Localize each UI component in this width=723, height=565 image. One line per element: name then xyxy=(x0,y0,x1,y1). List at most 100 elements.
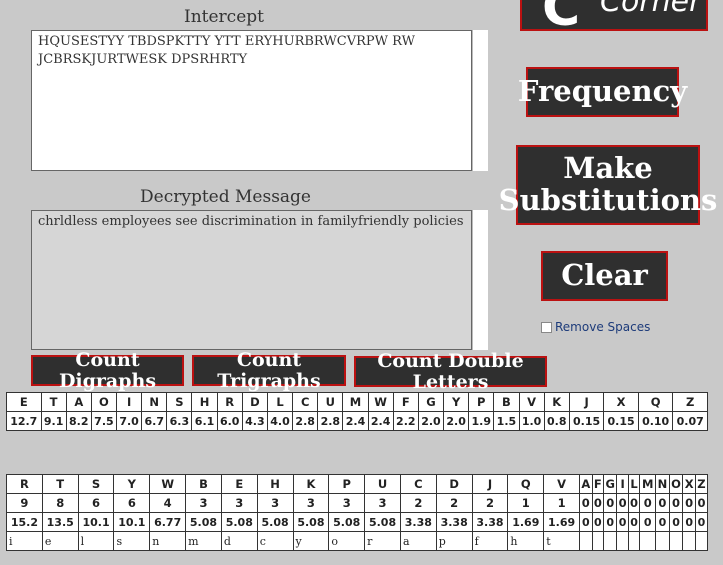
letter-cell: W xyxy=(367,392,394,412)
count-trigraphs-button[interactable]: Count Trigraphs xyxy=(192,349,346,391)
substitution-input[interactable]: m xyxy=(185,531,222,551)
letter-cell: M xyxy=(639,474,657,494)
cipher-letters-row: RTSYWBEHKPUCDJQVAFGILMNOXZ xyxy=(6,474,709,494)
count-cell: 0 xyxy=(694,493,709,513)
letter-cell: I xyxy=(115,392,143,412)
substitution-input[interactable]: a xyxy=(399,531,437,551)
substitution-input[interactable]: y xyxy=(292,531,330,551)
count-cell: 6 xyxy=(113,493,151,513)
letter-cell: C xyxy=(292,392,319,412)
clear-button[interactable]: Clear xyxy=(541,251,668,301)
english-frequency-table: ETAOINSHRDLCUMWFGYPBVKJXQZ 12.7 9.1 8.2 7.5… xyxy=(6,392,708,431)
english-percents-row: 12.7 9.1 8.2 7.5 7.0 6.7 6.3 6.1 6.0 4.3 4.0 2.8 2.8… xyxy=(6,411,708,431)
substitution-input[interactable]: e xyxy=(41,531,79,551)
percent-cell: 3.38 xyxy=(471,512,509,532)
intercept-textarea[interactable]: HQUSESTYY TBDSPKTTY YTT ERYHURBRWCVRPW R… xyxy=(31,30,472,171)
count-cell: 1 xyxy=(507,493,545,513)
substitution-input[interactable] xyxy=(694,531,709,551)
percent-cell: 2.0 xyxy=(417,411,445,431)
count-cell: 3 xyxy=(220,493,258,513)
substitution-input[interactable] xyxy=(668,531,684,551)
substitution-input[interactable]: t xyxy=(543,531,580,551)
percent-cell: 0.15 xyxy=(568,411,605,431)
substitution-input[interactable]: n xyxy=(149,531,187,551)
count-cell: 0 xyxy=(655,493,670,513)
substitution-input[interactable]: i xyxy=(6,531,43,551)
letter-cell: Q xyxy=(507,474,545,494)
count-cell: 0 xyxy=(627,493,641,513)
percent-cell: 6.7 xyxy=(141,411,168,431)
substitution-input[interactable]: o xyxy=(328,531,366,551)
logo-text: Corner xyxy=(600,0,702,19)
intercept-label: Intercept xyxy=(184,7,264,27)
substitution-input[interactable] xyxy=(616,531,629,551)
count-cell: 0 xyxy=(579,493,593,513)
substitution-input[interactable] xyxy=(639,531,657,551)
substitution-input[interactable]: d xyxy=(220,531,258,551)
letter-cell: Z xyxy=(694,474,709,494)
percent-cell: 5.08 xyxy=(256,512,294,532)
cipher-counts-row: 98664333333222110000000000 xyxy=(6,493,709,513)
letter-cell: T xyxy=(40,392,67,412)
percent-cell: 12.7 xyxy=(6,411,42,431)
substitution-input[interactable]: l xyxy=(77,531,115,551)
count-cell: 3 xyxy=(328,493,366,513)
letter-cell: H xyxy=(191,392,218,412)
count-cell: 4 xyxy=(149,493,187,513)
count-cell: 0 xyxy=(668,493,684,513)
substitution-input[interactable]: p xyxy=(435,531,473,551)
percent-cell: 2.4 xyxy=(342,411,369,431)
substitution-input[interactable]: r xyxy=(364,531,401,551)
percent-cell: 2.8 xyxy=(292,411,319,431)
percent-cell: 7.0 xyxy=(115,411,143,431)
percent-cell: 10.1 xyxy=(77,512,115,532)
letter-cell: I xyxy=(616,474,629,494)
substitution-input[interactable] xyxy=(682,531,696,551)
substitution-input[interactable] xyxy=(627,531,641,551)
percent-cell: 2.2 xyxy=(392,411,419,431)
decrypted-textarea[interactable]: chrldless employees see discrimination i… xyxy=(31,210,472,350)
count-cell: 3 xyxy=(185,493,222,513)
letter-cell: D xyxy=(241,392,268,412)
percent-cell: 0 xyxy=(591,512,605,532)
remove-spaces-checkbox[interactable] xyxy=(541,321,552,333)
count-digraphs-button[interactable]: Count Digraphs xyxy=(31,349,184,391)
percent-cell: 1.9 xyxy=(468,411,495,431)
letter-cell: N xyxy=(655,474,670,494)
letter-cell: H xyxy=(256,474,294,494)
letter-cell: G xyxy=(417,392,445,412)
percent-cell: 2.0 xyxy=(443,411,470,431)
percent-cell: 15.2 xyxy=(6,512,43,532)
percent-cell: 6.0 xyxy=(216,411,243,431)
count-double-letters-button[interactable]: Count Double Letters xyxy=(354,350,547,392)
letter-cell: L xyxy=(266,392,294,412)
letter-cell: A xyxy=(579,474,593,494)
intercept-scrollbar[interactable] xyxy=(472,30,488,171)
decrypted-scrollbar[interactable] xyxy=(472,210,488,350)
substitution-input[interactable]: c xyxy=(256,531,294,551)
frequency-button[interactable]: Frequency xyxy=(518,67,687,117)
substitution-input[interactable] xyxy=(579,531,593,551)
count-cell: 3 xyxy=(292,493,330,513)
substitution-input[interactable]: f xyxy=(471,531,509,551)
substitution-input[interactable] xyxy=(655,531,670,551)
letter-cell: J xyxy=(568,392,605,412)
letter-cell: R xyxy=(216,392,243,412)
cipher-percents-row: 15.2 13.5 10.1 10.1 6.77 5.08 5.08 5.08 5.08 5.08… xyxy=(6,512,709,532)
corner-logo: C Corner xyxy=(520,0,708,31)
count-cell: 0 xyxy=(682,493,696,513)
letter-cell: S xyxy=(77,474,115,494)
substitution-input[interactable]: h xyxy=(507,531,545,551)
percent-cell: 4.3 xyxy=(241,411,268,431)
percent-cell: 0 xyxy=(639,512,657,532)
count-cell: 6 xyxy=(77,493,115,513)
substitution-input[interactable] xyxy=(591,531,605,551)
remove-spaces-option[interactable]: Remove Spaces xyxy=(541,320,650,334)
substitution-input[interactable]: s xyxy=(113,531,151,551)
count-cell: 9 xyxy=(6,493,43,513)
substitution-input[interactable] xyxy=(603,531,618,551)
letter-cell: R xyxy=(6,474,43,494)
percent-cell: 4.0 xyxy=(266,411,294,431)
make-substitutions-button[interactable]: Make Substitutions xyxy=(499,145,717,225)
percent-cell: 7.5 xyxy=(90,411,118,431)
